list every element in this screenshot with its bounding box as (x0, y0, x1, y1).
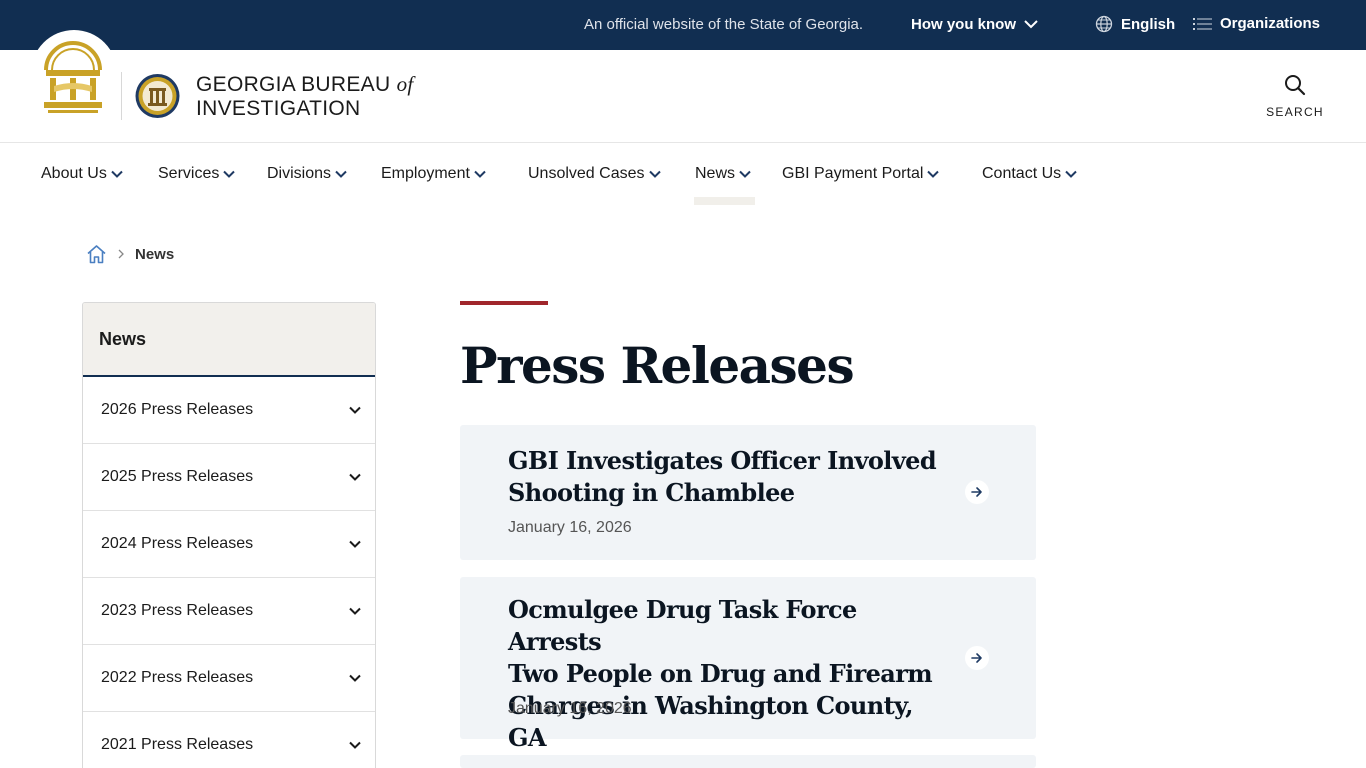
search-button[interactable]: SEARCH (1262, 74, 1328, 119)
chevron-down-icon (1065, 170, 1077, 178)
breadcrumb: News (86, 244, 174, 264)
official-site-text: An official website of the State of Geor… (584, 16, 864, 33)
press-release-title-line: GBI Investigates Officer Involved (508, 446, 937, 475)
arrow-right-icon[interactable] (965, 646, 989, 670)
nav-news-label: News (695, 165, 736, 182)
chevron-down-icon (739, 170, 751, 178)
sidebar-item-label: 2023 Press Releases (101, 602, 254, 619)
sidebar-item-2024[interactable]: 2024 Press Releases (83, 511, 375, 578)
press-release-card[interactable]: Ocmulgee Drug Task Force Arrests Two Peo… (460, 577, 1036, 752)
language-label: English (1121, 15, 1176, 33)
organizations-menu[interactable]: Organizations (1193, 15, 1320, 32)
nav-divisions-label: Divisions (267, 165, 332, 182)
nav-unsolved-cases-label: Unsolved Cases (528, 165, 645, 182)
nav-employment-label: Employment (381, 165, 470, 182)
press-release-card[interactable]: GBI Investigates Officer Involved Shooti… (460, 425, 1036, 560)
site-header: GEORGIA BUREAU of INVESTIGATION SEARCH (0, 30, 1366, 143)
site-title-of: of (396, 72, 414, 96)
how-you-know-toggle[interactable]: How you know (911, 16, 1038, 33)
chevron-down-icon (335, 170, 347, 178)
sidebar-item-label: 2025 Press Releases (101, 468, 254, 485)
nav-employment[interactable]: Employment (381, 165, 486, 183)
chevron-down-icon (474, 170, 486, 178)
press-release-title-line: Two People on Drug and Firearm (508, 659, 933, 688)
language-selector[interactable]: English (1095, 15, 1175, 33)
nav-divisions[interactable]: Divisions (267, 165, 347, 183)
press-release-title[interactable]: GBI Investigates Officer Involved Shooti… (508, 445, 948, 509)
chevron-down-icon (349, 741, 361, 749)
organizations-label: Organizations (1220, 15, 1321, 32)
gbi-seal-logo[interactable] (134, 71, 181, 121)
nav-about-us[interactable]: About Us (41, 165, 123, 183)
chevron-down-icon (648, 170, 661, 178)
nav-services[interactable]: Services (158, 165, 236, 183)
press-release-card[interactable] (460, 755, 1036, 768)
sidebar-item-label: 2024 Press Releases (101, 535, 254, 552)
press-release-title-line: Shooting in Chamblee (508, 478, 795, 507)
chevron-down-icon (1024, 20, 1038, 29)
nav-services-label: Services (158, 165, 220, 182)
site-title-line2: INVESTIGATION (196, 97, 361, 120)
sidebar-item-2023[interactable]: 2023 Press Releases (83, 578, 375, 645)
chevron-down-icon (927, 170, 940, 178)
nav-active-indicator (694, 197, 755, 205)
title-accent-bar (460, 301, 548, 305)
sidebar-heading[interactable]: News (83, 303, 375, 377)
sidebar-item-2025[interactable]: 2025 Press Releases (83, 444, 375, 511)
chevron-down-icon (111, 170, 123, 178)
chevron-down-icon (223, 170, 236, 178)
main-navigation: About Us Services Divisions Employment U… (0, 143, 1366, 205)
nav-gbi-payment-portal[interactable]: GBI Payment Portal (782, 165, 940, 183)
chevron-down-icon (349, 473, 361, 481)
arrow-right-icon[interactable] (965, 480, 989, 504)
search-label: SEARCH (1266, 105, 1324, 119)
press-release-date: January 16, 2026 (508, 700, 632, 717)
sidebar-item-2021[interactable]: 2021 Press Releases (83, 712, 375, 768)
list-icon (1193, 17, 1212, 30)
search-icon (1285, 75, 1306, 96)
site-title[interactable]: GEORGIA BUREAU of INVESTIGATION (196, 72, 414, 121)
chevron-right-icon (118, 249, 124, 259)
breadcrumb-current: News (135, 245, 175, 263)
nav-contact-us[interactable]: Contact Us (982, 165, 1077, 183)
chevron-down-icon (349, 674, 361, 682)
nav-gbi-payment-portal-label: GBI Payment Portal (782, 165, 924, 182)
sidebar-item-label: 2021 Press Releases (101, 736, 254, 753)
sidebar-item-2022[interactable]: 2022 Press Releases (83, 645, 375, 712)
home-icon[interactable] (86, 244, 107, 264)
nav-about-us-label: About Us (41, 165, 107, 182)
nav-contact-us-label: Contact Us (982, 165, 1062, 182)
press-release-title-line: Ocmulgee Drug Task Force Arrests (508, 595, 857, 656)
chevron-down-icon (349, 607, 361, 615)
header-divider (121, 72, 122, 120)
official-site-banner: An official website of the State of Geor… (0, 0, 1366, 50)
sidebar-item-label: 2026 Press Releases (101, 401, 254, 418)
sidebar-nav: News 2026 Press Releases 2025 Press Rele… (82, 302, 376, 768)
how-you-know-label: How you know (911, 16, 1016, 33)
chevron-down-icon (349, 406, 361, 414)
nav-unsolved-cases[interactable]: Unsolved Cases (528, 165, 661, 183)
page-title: Press Releases (460, 336, 855, 395)
chevron-down-icon (349, 540, 361, 548)
press-release-date: January 16, 2026 (508, 519, 632, 536)
press-release-title[interactable]: Ocmulgee Drug Task Force Arrests Two Peo… (508, 594, 948, 754)
georgia-state-seal-logo[interactable] (40, 40, 106, 116)
nav-news[interactable]: News (695, 165, 751, 183)
sidebar-item-label: 2022 Press Releases (101, 669, 254, 686)
sidebar-item-2026[interactable]: 2026 Press Releases (83, 377, 375, 444)
globe-icon (1095, 15, 1113, 33)
site-title-line1: GEORGIA BUREAU (196, 73, 391, 96)
